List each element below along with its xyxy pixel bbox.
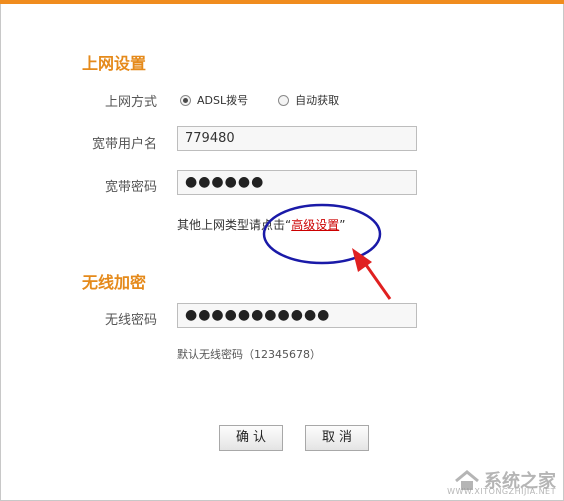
annotation-overlay [262, 203, 392, 300]
highlight-circle [262, 203, 382, 265]
highlight-arrow-shaft [362, 261, 392, 300]
site-watermark: 系统之家 WWW.XITONGZHIJIA.NET [447, 467, 556, 496]
watermark-url: WWW.XITONGZHIJIA.NET [447, 487, 556, 496]
